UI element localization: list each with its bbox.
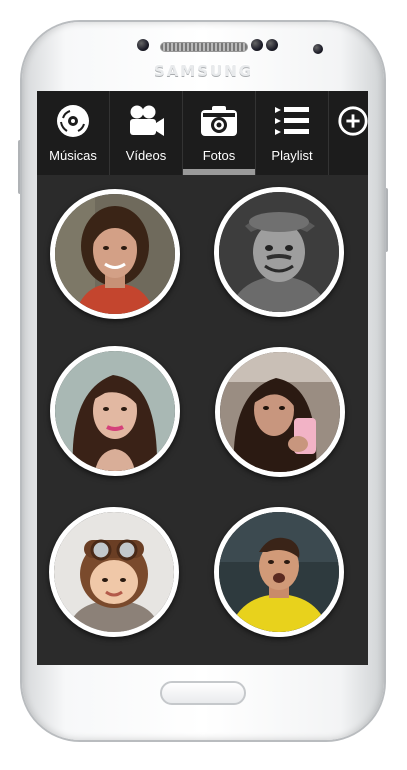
photo-thumbnail-1[interactable] bbox=[50, 189, 180, 319]
tab-playlist[interactable]: Playlist bbox=[256, 91, 329, 175]
front-camera bbox=[137, 39, 149, 51]
media-tab-bar: Músicas Vídeos Fotos Playlist bbox=[37, 91, 368, 175]
person-photo bbox=[219, 512, 339, 632]
person-photo bbox=[55, 351, 175, 471]
tab-label: Músicas bbox=[49, 148, 97, 163]
tab-label: Vídeos bbox=[125, 148, 167, 163]
photo-thumbnail-6[interactable] bbox=[214, 507, 344, 637]
photo-thumbnail-3[interactable] bbox=[50, 346, 180, 476]
tab-more[interactable] bbox=[329, 91, 368, 175]
light-sensor bbox=[266, 39, 278, 51]
tab-musicas[interactable]: Músicas bbox=[37, 91, 110, 175]
photo-thumbnail-5[interactable] bbox=[49, 507, 179, 637]
tab-videos[interactable]: Vídeos bbox=[110, 91, 183, 175]
disc-icon bbox=[57, 105, 89, 137]
notification-led bbox=[313, 44, 323, 54]
photo-thumbnail-2[interactable] bbox=[214, 187, 344, 317]
person-photo bbox=[220, 352, 340, 472]
person-photo bbox=[54, 512, 174, 632]
video-camera-icon bbox=[130, 105, 164, 136]
tab-label: Playlist bbox=[271, 148, 313, 163]
brand-logo: SAMSUNG bbox=[153, 62, 254, 80]
app-screen: Músicas Vídeos Fotos Playlist bbox=[37, 91, 368, 665]
add-circle-icon bbox=[338, 106, 368, 136]
person-photo bbox=[219, 192, 339, 312]
tab-label: Fotos bbox=[202, 148, 236, 163]
tab-fotos[interactable]: Fotos bbox=[183, 91, 256, 175]
photo-camera-icon bbox=[201, 106, 237, 136]
photo-grid bbox=[37, 175, 368, 665]
home-button[interactable] bbox=[160, 681, 246, 705]
playlist-icon bbox=[275, 107, 309, 135]
person-photo bbox=[55, 194, 175, 314]
proximity-sensor bbox=[251, 39, 263, 51]
power-key[interactable] bbox=[384, 188, 388, 252]
earpiece-speaker bbox=[160, 42, 248, 52]
photo-thumbnail-4[interactable] bbox=[215, 347, 345, 477]
